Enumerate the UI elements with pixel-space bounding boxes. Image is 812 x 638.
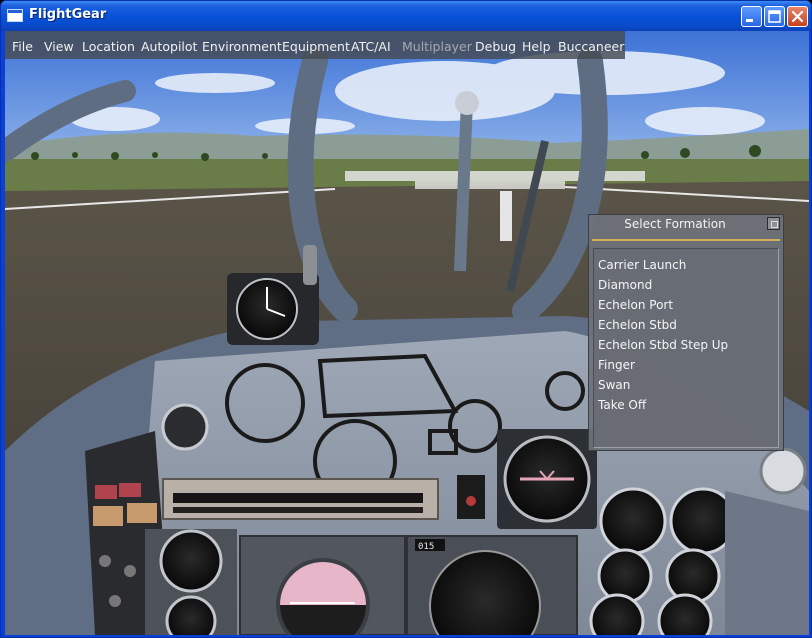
menu-atc-ai[interactable]: ATC/AI	[351, 39, 391, 54]
formation-item-echelon-port[interactable]: Echelon Port	[598, 298, 673, 312]
canopy-center-strut	[454, 100, 473, 272]
right-side-panel	[725, 491, 809, 635]
attitude-indicator	[239, 535, 406, 635]
canopy-knob	[455, 91, 479, 115]
formation-item-echelon-stbd-step-up[interactable]: Echelon Stbd Step Up	[598, 338, 728, 352]
close-icon	[791, 10, 804, 23]
formation-item-echelon-stbd[interactable]: Echelon Stbd	[598, 318, 677, 332]
caution-lamp	[457, 475, 485, 519]
minimize-icon	[746, 19, 753, 22]
menu-bar: File View Location Autopilot Environment…	[5, 31, 625, 59]
heading-indicator: 015	[406, 535, 578, 635]
menu-multiplayer[interactable]: Multiplayer	[402, 39, 472, 54]
formation-item-swan[interactable]: Swan	[598, 378, 630, 392]
formation-item-take-off[interactable]: Take Off	[598, 398, 646, 412]
airspeed-tape	[162, 478, 439, 520]
flightgear-window: FlightGear 015 File View Location Autopi…	[0, 0, 812, 638]
dialog-close-button[interactable]	[767, 217, 780, 230]
formation-item-finger[interactable]: Finger	[598, 358, 635, 372]
menu-environment[interactable]: Environment	[202, 39, 282, 54]
menu-debug[interactable]: Debug	[475, 39, 516, 54]
formation-item-diamond[interactable]: Diamond	[598, 278, 652, 292]
select-formation-dialog: Select Formation Carrier Launch Diamond …	[588, 214, 784, 451]
window-app-icon[interactable]	[7, 9, 23, 22]
menu-equipment[interactable]: Equipment	[282, 39, 350, 54]
dialog-divider	[592, 239, 780, 241]
close-button[interactable]	[787, 6, 808, 27]
maximize-button[interactable]	[764, 6, 785, 27]
lower-left-dial	[145, 529, 237, 635]
menu-buccaneer[interactable]: Buccaneer	[558, 39, 624, 54]
dialog-title: Select Formation	[624, 217, 726, 231]
title-bar[interactable]: FlightGear	[1, 1, 811, 31]
maximize-icon	[768, 10, 781, 23]
flight-view[interactable]: 015 File View Location Autopilot Environ…	[5, 31, 809, 635]
menu-view[interactable]: View	[44, 39, 74, 54]
formation-list[interactable]: Carrier Launch Diamond Echelon Port Eche…	[593, 248, 779, 448]
counter-readout: 015	[418, 542, 434, 552]
right-upper-gauge	[497, 429, 597, 529]
minimize-button[interactable]	[741, 6, 762, 27]
menu-help[interactable]: Help	[522, 39, 551, 54]
small-gauge-left	[161, 403, 209, 451]
window-title: FlightGear	[29, 7, 107, 22]
menu-file[interactable]: File	[12, 39, 33, 54]
formation-item-carrier-launch[interactable]: Carrier Launch	[598, 258, 686, 272]
menu-location[interactable]: Location	[82, 39, 135, 54]
menu-autopilot[interactable]: Autopilot	[141, 39, 197, 54]
